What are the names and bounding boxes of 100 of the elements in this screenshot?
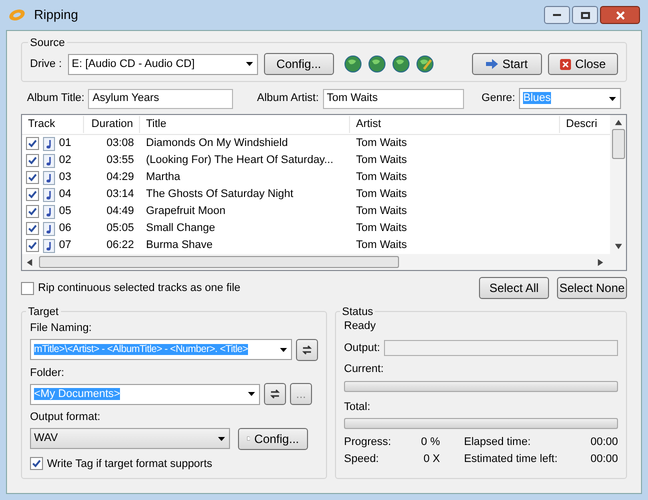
maximize-button[interactable] (572, 6, 598, 24)
output-format-dropdown[interactable]: WAV (30, 428, 230, 449)
music-note-icon (43, 136, 55, 150)
checkbox-label: Write Tag if target format supports (47, 456, 212, 472)
table-cell-text: Martha (145, 170, 182, 186)
stat-label: Estimated time left: (463, 452, 559, 466)
stat-label: Progress: (344, 435, 392, 450)
table-cell-text: 04 (59, 187, 72, 202)
column-header[interactable]: Track (22, 116, 84, 133)
checkbox[interactable] (26, 188, 39, 201)
dropdown-arrow-icon (246, 62, 253, 66)
checkbox[interactable] (26, 171, 39, 184)
table-cell-text: Tom Waits (355, 153, 408, 168)
checkbox[interactable] (26, 137, 39, 150)
window-title: Ripping (34, 6, 80, 24)
music-note-icon (43, 204, 55, 218)
table-cell-text: 03:14 (105, 187, 135, 202)
table-cell-text: Tom Waits (355, 136, 408, 152)
scroll-arrow-icon[interactable] (614, 243, 622, 250)
checkbox-label: Rip continuous selected tracks as one file (38, 280, 242, 296)
table-cell-text: 05 (59, 204, 72, 220)
column-header[interactable]: Artist (350, 116, 560, 133)
table-cell-text: 06:22 (105, 238, 135, 254)
column-header[interactable]: Duration (84, 116, 140, 133)
checkbox[interactable] (26, 239, 39, 252)
field-label: Output format: (30, 410, 102, 425)
table-cell-text: Burma Shave (145, 238, 214, 254)
swap-button[interactable] (296, 338, 318, 360)
checkbox[interactable] (26, 205, 39, 218)
close-button[interactable]: Close (548, 53, 618, 75)
field-label: Current: (344, 362, 385, 377)
select-none-button[interactable]: Select None (557, 277, 627, 299)
horizontal-scrollbar[interactable] (22, 254, 626, 270)
stat-value: 00:00 (589, 452, 618, 466)
globe-pencil-icon[interactable] (416, 55, 434, 73)
swap-button[interactable] (264, 383, 286, 405)
table-cell-text: Tom Waits (355, 187, 408, 202)
stat-value: 0 % (420, 435, 440, 450)
stat-value: 00:00 (589, 435, 618, 450)
scroll-arrow-icon[interactable] (26, 258, 33, 266)
table-cell-text: (Looking For) The Heart Of Saturday... (145, 153, 334, 168)
minimize-button[interactable] (544, 6, 570, 24)
table-cell-text: 04:49 (105, 204, 135, 220)
stat-label: Elapsed time: (463, 435, 532, 450)
music-note-icon (43, 154, 55, 168)
table-cell-text: 07 (59, 238, 72, 254)
start-button[interactable]: Start (472, 53, 542, 75)
album-title-field[interactable]: Asylum Years (88, 88, 234, 108)
swap-arrows-icon (270, 389, 280, 399)
table-cell-text: Tom Waits (355, 238, 408, 254)
checkbox[interactable] (30, 457, 43, 470)
scroll-thumb[interactable] (612, 129, 624, 159)
globe-icon[interactable] (392, 55, 410, 73)
drive-dropdown[interactable]: E: [Audio CD - Audio CD] (68, 54, 258, 74)
select-all-button[interactable]: Select All (479, 277, 549, 299)
app-logo-icon (8, 8, 26, 22)
swap-arrows-icon (302, 344, 312, 354)
field-label: Genre: (482, 91, 516, 106)
checkbox[interactable] (26, 154, 39, 167)
table-cell-text: Diamonds On My Windshield (145, 136, 289, 152)
checkbox[interactable] (21, 282, 34, 294)
table-cell-text: The Ghosts Of Saturday Night (145, 187, 294, 202)
table-cell-text: 03 (59, 170, 72, 186)
table-cell-text: 03:08 (105, 136, 135, 152)
field-label: File Naming: (30, 321, 93, 336)
field-label: Album Artist: (257, 91, 319, 106)
table-cell-text: Tom Waits (355, 204, 408, 220)
dropdown-arrow-icon (609, 96, 616, 100)
table-cell-text: 02 (59, 153, 72, 168)
group-label: Target (26, 304, 61, 320)
field-label: Folder: (30, 366, 66, 380)
stat-value: 0 X (422, 452, 440, 466)
table-cell-text: Small Change (145, 221, 216, 236)
table-cell-text: Tom Waits (355, 221, 408, 236)
scroll-arrow-icon[interactable] (597, 258, 604, 266)
album-artist-field[interactable]: Tom Waits (322, 88, 464, 108)
column-header[interactable]: Title (140, 116, 350, 133)
table-cell-text: 06 (59, 221, 72, 236)
scroll-arrow-icon[interactable] (614, 119, 622, 126)
close-icon (616, 10, 624, 20)
stat-label: Speed: (344, 452, 380, 466)
dropdown-arrow-icon (248, 392, 255, 396)
music-note-icon (43, 188, 55, 202)
field-label: Total: (344, 400, 372, 414)
checkbox[interactable] (26, 222, 39, 235)
table-cell-text: 04:29 (105, 170, 135, 186)
music-note-icon (43, 170, 55, 184)
scroll-thumb[interactable] (39, 256, 399, 268)
table-cell-text: 03:55 (105, 153, 135, 168)
field-label: Drive : (30, 56, 62, 72)
field-label: Album Title: (27, 91, 84, 106)
close-icon (560, 58, 572, 70)
vertical-scrollbar[interactable] (610, 115, 626, 254)
format-config-button[interactable]: Config... (238, 428, 308, 450)
dropdown-arrow-icon (280, 348, 287, 352)
config-button[interactable]: Config... (264, 53, 334, 75)
dropdown-arrow-icon (218, 436, 225, 440)
close-button[interactable] (600, 6, 640, 24)
table-cell-text: 05:05 (105, 221, 135, 236)
table-cell-text: Tom Waits (355, 170, 408, 186)
